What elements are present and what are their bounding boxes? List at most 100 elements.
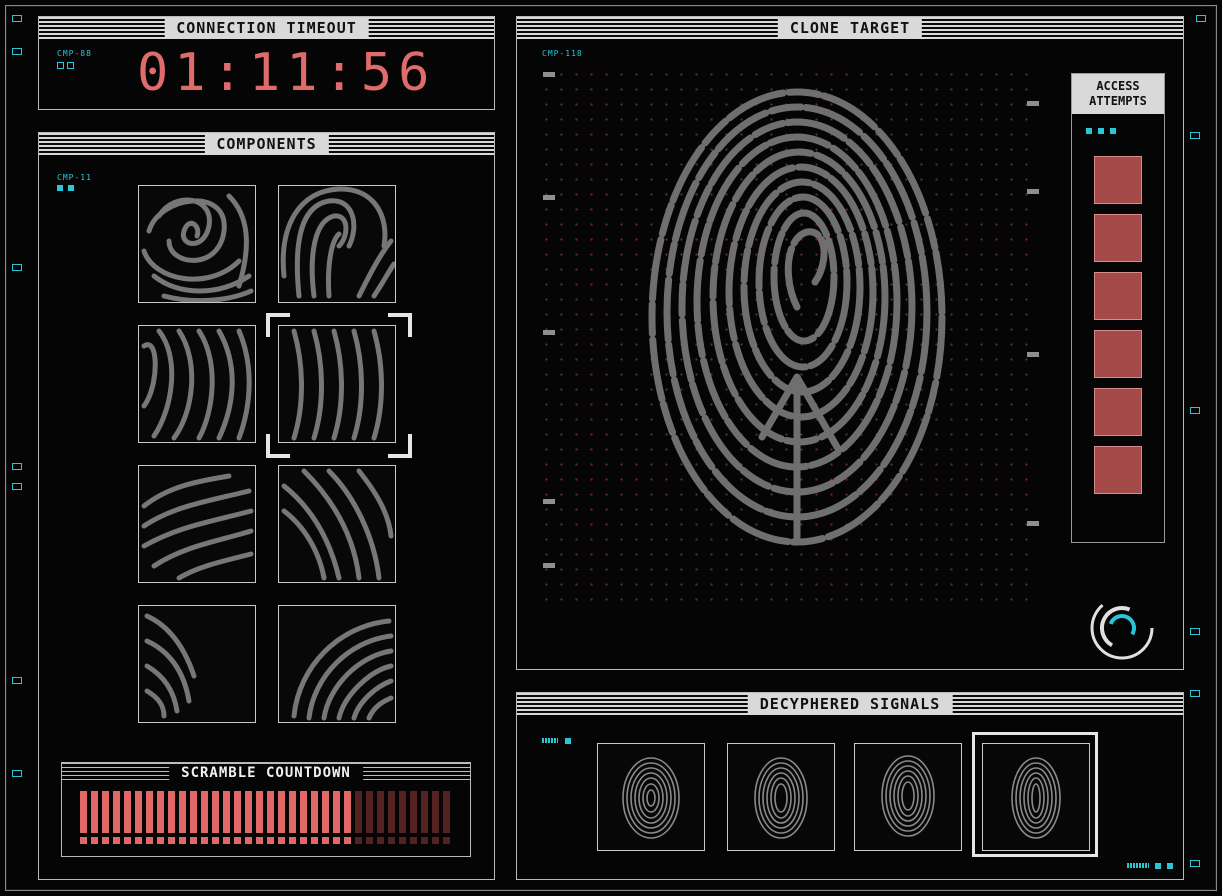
scramble-bar bbox=[322, 791, 329, 833]
side-marker bbox=[12, 483, 22, 490]
indicator-square bbox=[1167, 863, 1173, 869]
scramble-bar bbox=[201, 791, 208, 833]
clone-target-panel: CLONE TARGET CMP-118 ACCESS ATTEMPTS bbox=[516, 16, 1184, 670]
scramble-bar bbox=[179, 791, 186, 833]
scramble-bar-base bbox=[201, 837, 208, 844]
scramble-bar bbox=[157, 791, 164, 833]
fingerprint-fragment-tile[interactable] bbox=[138, 605, 256, 723]
connection-timeout-panel: CONNECTION TIMEOUT CMP-88 01:11:56 bbox=[38, 16, 495, 110]
panel-header: SCRAMBLE COUNTDOWN bbox=[62, 763, 470, 783]
scramble-bar bbox=[168, 791, 175, 833]
scramble-bar bbox=[443, 791, 450, 833]
panel-tag: CMP-88 bbox=[57, 49, 92, 58]
target-fingerprint-icon bbox=[648, 88, 946, 546]
indicator-square bbox=[57, 62, 64, 69]
side-marker bbox=[12, 48, 22, 55]
scramble-bar-base bbox=[80, 837, 87, 844]
fingerprint-fragment-icon bbox=[141, 193, 254, 302]
scramble-bar-base bbox=[146, 837, 153, 844]
scramble-bar bbox=[135, 791, 142, 833]
side-marker bbox=[12, 264, 22, 271]
selection-bracket bbox=[388, 313, 412, 337]
indicator-square bbox=[67, 62, 74, 69]
selection-bracket bbox=[266, 313, 290, 337]
scramble-bar bbox=[245, 791, 252, 833]
scramble-bar bbox=[333, 791, 340, 833]
side-marker bbox=[12, 463, 22, 470]
fingerprint-fragment-tile-selected[interactable] bbox=[278, 325, 396, 443]
side-marker bbox=[1196, 15, 1206, 22]
scramble-bar bbox=[289, 791, 296, 833]
scramble-bar-base bbox=[410, 837, 417, 844]
scramble-bar bbox=[223, 791, 230, 833]
scramble-bar bbox=[256, 791, 263, 833]
scramble-bar-base bbox=[234, 837, 241, 844]
panel-header: COMPONENTS bbox=[39, 133, 494, 155]
scramble-bar-base bbox=[377, 837, 384, 844]
scramble-bar-base bbox=[245, 837, 252, 844]
fingerprint-fragment-tile[interactable] bbox=[278, 605, 396, 723]
fingerprint-fragment-icon bbox=[281, 468, 394, 581]
scramble-countdown-panel: SCRAMBLE COUNTDOWN bbox=[61, 762, 471, 857]
signal-fingerprint-slot[interactable] bbox=[597, 743, 705, 851]
scramble-bar-base bbox=[443, 837, 450, 844]
fingerprint-fragment-tile[interactable] bbox=[278, 185, 396, 303]
scramble-bar-base bbox=[113, 837, 120, 844]
scramble-bar-base bbox=[278, 837, 285, 844]
fingerprint-fragment-tile[interactable] bbox=[138, 185, 256, 303]
scramble-bar bbox=[267, 791, 274, 833]
panel-title: CLONE TARGET bbox=[777, 19, 923, 38]
panel-tag: CMP-11 bbox=[57, 173, 92, 182]
fingerprint-icon bbox=[881, 755, 935, 837]
scramble-bar bbox=[212, 791, 219, 833]
fingerprint-fragment-icon bbox=[280, 186, 395, 299]
scramble-bar-base bbox=[212, 837, 219, 844]
scramble-bar bbox=[311, 791, 318, 833]
scramble-bar-base bbox=[355, 837, 362, 844]
fingerprint-fragment-tile[interactable] bbox=[138, 325, 256, 443]
scan-tick bbox=[1027, 521, 1039, 526]
scan-tick bbox=[543, 563, 555, 568]
fingerprint-fragment-tile[interactable] bbox=[138, 465, 256, 583]
fingerprint-fragment-icon bbox=[141, 473, 254, 581]
fingerprint-fragment-icon bbox=[144, 613, 197, 719]
scan-tick bbox=[543, 72, 555, 77]
scramble-bar bbox=[388, 791, 395, 833]
access-attempt-slot bbox=[1094, 214, 1142, 262]
signal-fingerprint-slot-selected[interactable] bbox=[982, 743, 1090, 851]
access-attempt-slot bbox=[1094, 388, 1142, 436]
attempt-list bbox=[1072, 74, 1164, 542]
panel-header: DECYPHERED SIGNALS bbox=[517, 693, 1183, 715]
access-attempt-slot bbox=[1094, 330, 1142, 378]
scramble-bar bbox=[355, 791, 362, 833]
scramble-bar-base bbox=[344, 837, 351, 844]
side-marker bbox=[1190, 690, 1200, 697]
scan-tick bbox=[1027, 352, 1039, 357]
access-attempts-box: ACCESS ATTEMPTS bbox=[1071, 73, 1165, 543]
signal-fingerprint-slot[interactable] bbox=[727, 743, 835, 851]
fingerprint-fragment-icon bbox=[141, 328, 252, 441]
panel-title: CONNECTION TIMEOUT bbox=[164, 19, 369, 38]
panel-title: DECYPHERED SIGNALS bbox=[747, 695, 953, 714]
fingerprint-fragment-tile[interactable] bbox=[278, 465, 396, 583]
side-marker bbox=[12, 15, 22, 22]
scramble-bar-base bbox=[421, 837, 428, 844]
indicator-square bbox=[565, 738, 571, 744]
scramble-bar-base bbox=[366, 837, 373, 844]
signal-indicator bbox=[542, 738, 558, 743]
countdown-timer: 01:11:56 bbox=[137, 43, 436, 103]
scramble-bar bbox=[234, 791, 241, 833]
scramble-bar-base bbox=[399, 837, 406, 844]
scan-tick bbox=[543, 330, 555, 335]
scramble-bar-base bbox=[190, 837, 197, 844]
scramble-bar bbox=[421, 791, 428, 833]
scramble-bar-base bbox=[168, 837, 175, 844]
scramble-bar-base bbox=[91, 837, 98, 844]
fingerprint-fragment-icon bbox=[291, 328, 384, 441]
scramble-bar bbox=[410, 791, 417, 833]
scramble-bar-base bbox=[256, 837, 263, 844]
scramble-bar-base bbox=[102, 837, 109, 844]
access-attempt-slot bbox=[1094, 272, 1142, 320]
signal-fingerprint-slot[interactable] bbox=[854, 743, 962, 851]
scramble-bar-base bbox=[300, 837, 307, 844]
